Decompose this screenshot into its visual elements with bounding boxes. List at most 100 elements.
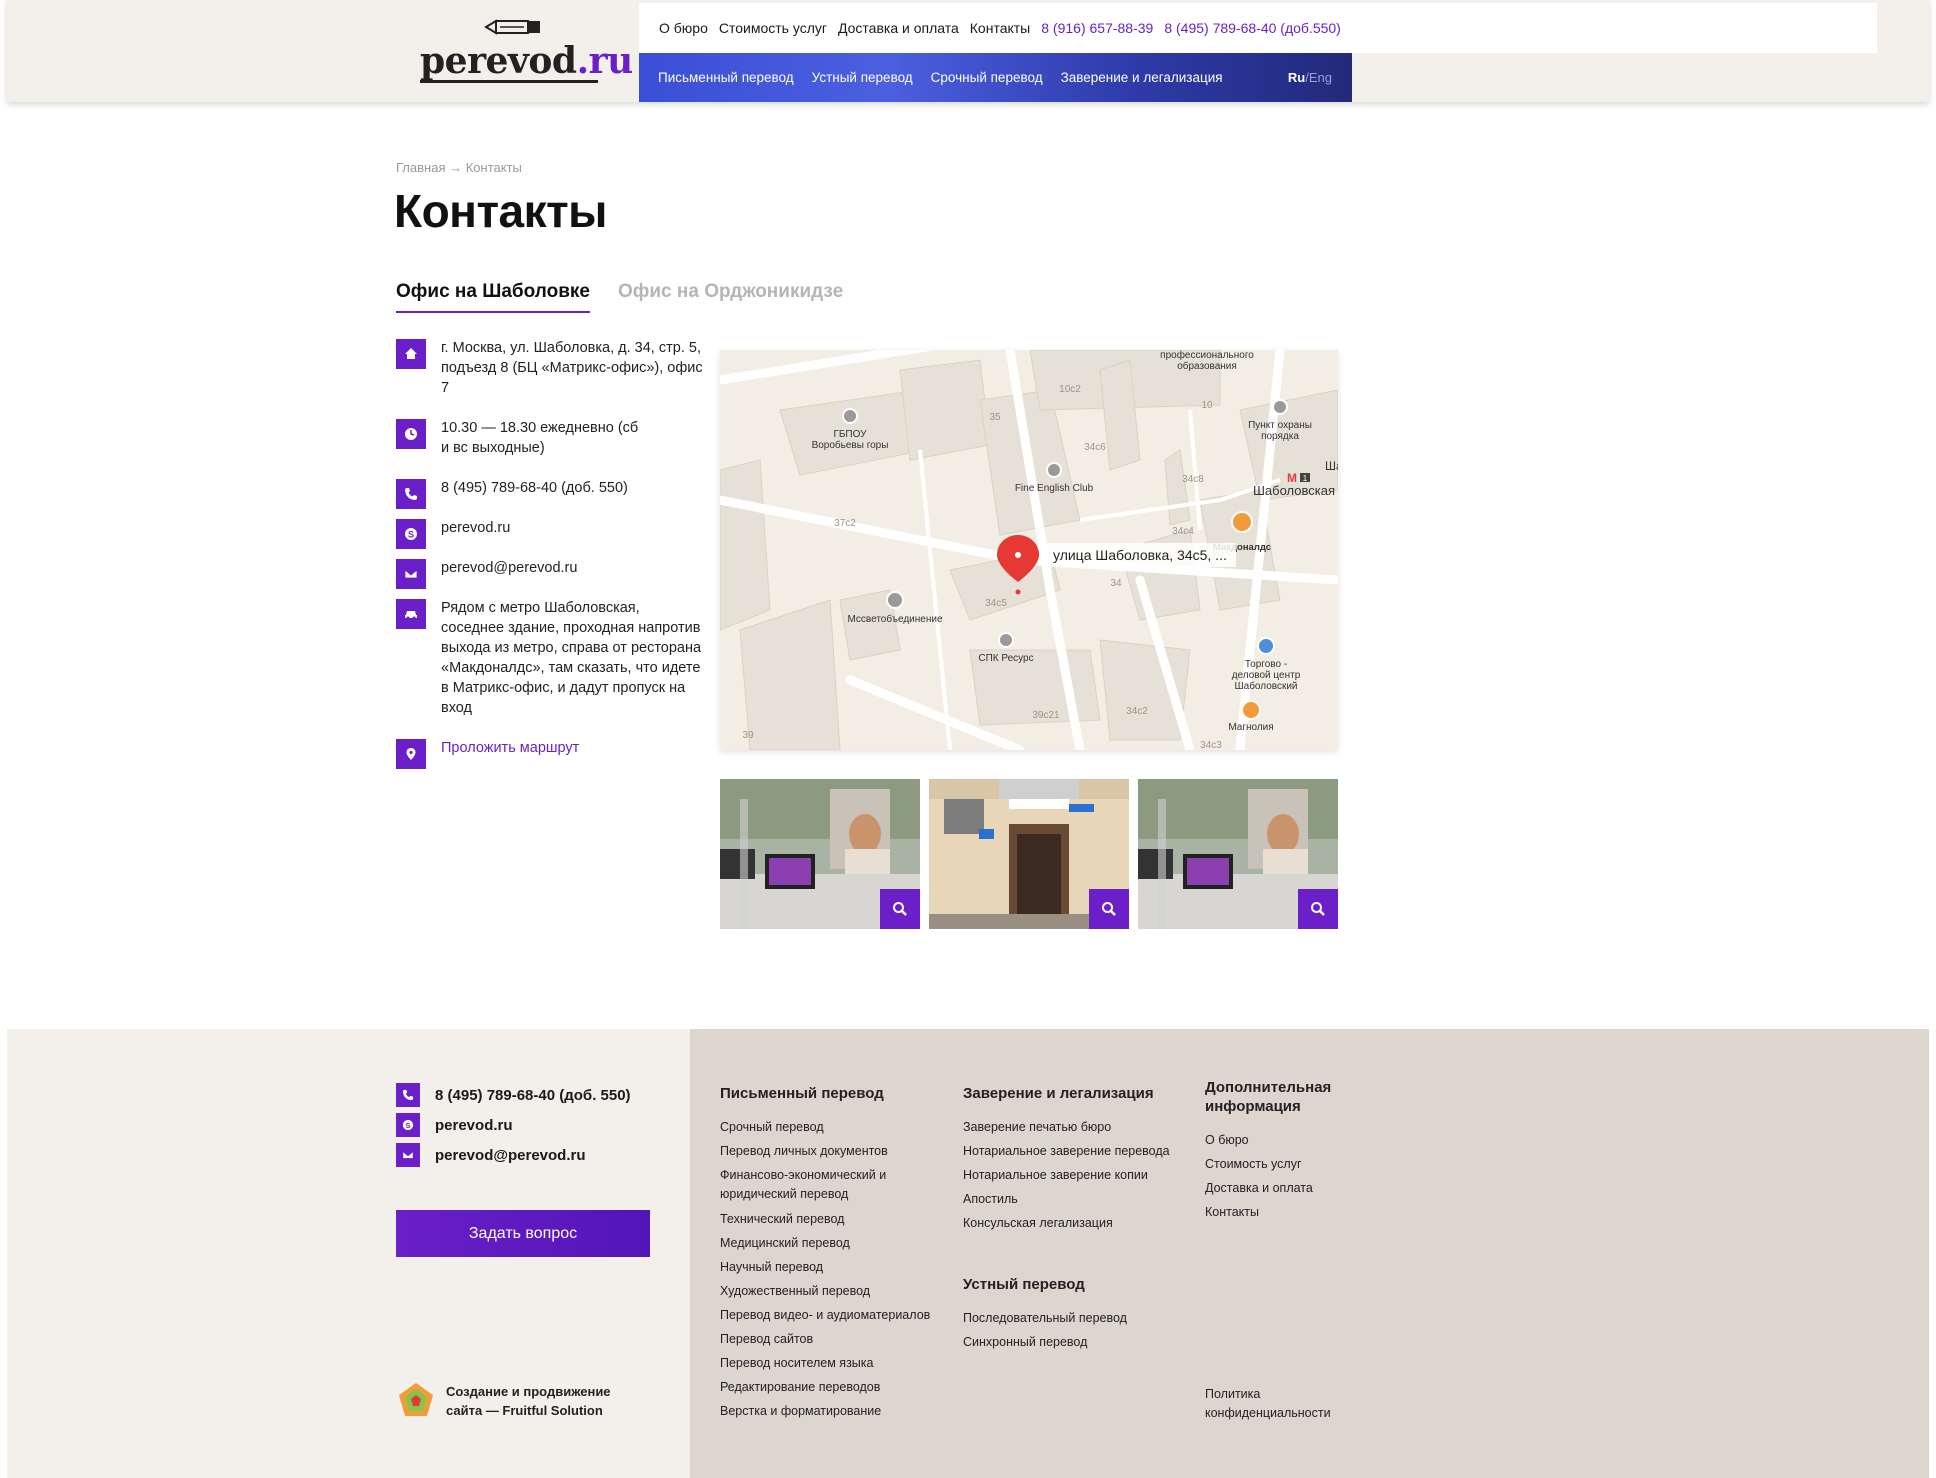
nav-about[interactable]: О бюро [659,20,708,36]
skype-text[interactable]: perevod.ru [441,518,711,549]
nav-delivery[interactable]: Доставка и оплата [838,20,959,36]
language-switch: Ru/Eng [1288,70,1332,85]
map-label-34c4: 34с4 [1172,526,1194,537]
svg-text:S: S [405,1121,410,1130]
footer-phone: 8 (495) 789-68-40 (доб. 550) [396,1080,631,1110]
footer-link[interactable]: Заверение печатью бюро [963,1115,1193,1139]
poi-spk-icon[interactable] [998,632,1014,648]
breadcrumb-current: Контакты [465,160,522,175]
footer-email-text[interactable]: perevod@perevod.ru [435,1147,586,1164]
logo-text: perevod.ru [420,40,633,82]
phone-icon [396,479,426,509]
photo-office-1[interactable] [720,779,920,929]
email-text[interactable]: perevod@perevod.ru [441,558,711,589]
site-logo[interactable]: perevod.ru [414,18,633,88]
footer-link[interactable]: Финансово-экономический и юридический пе… [720,1166,905,1204]
footer-col-oral-title[interactable]: Устный перевод [963,1275,1193,1294]
poi-gbpou-icon[interactable] [842,408,858,424]
footer-link[interactable]: О бюро [1205,1128,1355,1152]
footer-col-legalization-title[interactable]: Заверение и легализация [963,1084,1193,1103]
office-photos [720,779,1338,929]
tab-ordzhonikidze[interactable]: Офис на Орджоникидзе [618,281,843,313]
breadcrumb: Главная → Контакты [396,160,522,175]
map-label-punkt: Пункт охраны [1248,420,1312,431]
footer-link[interactable]: Перевод сайтов [720,1327,950,1351]
map-label-poryadka: порядка [1261,431,1299,442]
map-label-torg1: Торгово - [1245,659,1287,670]
header-phone-2[interactable]: 8 (495) 789-68-40 (доб.550) [1164,20,1341,36]
map-label-34c6: 34с6 [1084,442,1106,453]
lang-eng[interactable]: Eng [1309,70,1332,85]
footer-link[interactable]: Консульская легализация [963,1211,1193,1235]
footer-link[interactable]: Контакты [1205,1200,1355,1224]
route-link[interactable]: Проложить маршрут [441,738,711,769]
location-pin-icon [396,739,426,769]
footer-link[interactable]: Перевод видео- и аудиоматериалов [720,1303,950,1327]
poi-punkt-icon[interactable] [1272,399,1288,415]
zoom-icon[interactable] [1298,889,1338,929]
home-icon [396,339,426,369]
nav-urgent[interactable]: Срочный перевод [931,70,1043,85]
fruitful-logo-icon [399,1383,433,1416]
footer-link[interactable]: Срочный перевод [720,1115,950,1139]
map-label-39: 39 [742,730,754,741]
header-phone-1[interactable]: 8 (916) 657-88-39 [1041,20,1153,36]
nav-written[interactable]: Письменный перевод [658,70,794,85]
footer-link[interactable]: Стоимость услуг [1205,1152,1355,1176]
footer-skype-text[interactable]: perevod.ru [435,1117,513,1134]
nav-prices[interactable]: Стоимость услуг [719,20,827,36]
car-icon [396,599,426,629]
poi-fine-icon[interactable] [1046,462,1062,478]
map-label-34: 34 [1110,578,1122,589]
footer-link[interactable]: Художественный перевод [720,1279,950,1303]
footer-link[interactable]: Верстка и форматирование [720,1399,950,1423]
footer-link[interactable]: Перевод личных документов [720,1139,950,1163]
tab-shabolovka[interactable]: Офис на Шаболовке [396,281,590,313]
footer-link[interactable]: Перевод носителем языка [720,1351,950,1375]
map-label-37c2: 37с2 [834,518,856,529]
footer-link[interactable]: Технический перевод [720,1207,950,1231]
restaurant-icon[interactable] [1231,511,1253,533]
footer-link[interactable]: Нотариальное заверение перевода [963,1139,1193,1163]
map-label-spk: СПК Ресурс [978,653,1033,664]
map-label-torg2: деловой центр [1232,670,1301,681]
footer-link[interactable]: Апостиль [963,1187,1193,1211]
footer-link[interactable]: Медицинский перевод [720,1231,950,1255]
contact-skype: S perevod.ru [396,519,711,549]
pencil-icon [484,19,540,35]
footer-link[interactable]: Последовательный перевод [963,1306,1193,1330]
basket-icon[interactable] [1241,700,1261,720]
ask-question-button[interactable]: Задать вопрос [396,1210,650,1257]
privacy-policy-link[interactable]: Политика конфиденциальности [1205,1385,1345,1423]
contact-directions: Рядом с метро Шаболовская, соседнее здан… [396,599,706,718]
lang-ru[interactable]: Ru [1288,70,1305,85]
nav-contacts[interactable]: Контакты [970,20,1030,36]
breadcrumb-arrow-icon: → [449,160,463,175]
footer-link[interactable]: Доставка и оплата [1205,1176,1355,1200]
poi-flag-icon[interactable] [886,591,904,609]
zoom-icon[interactable] [1089,889,1129,929]
nav-legalization[interactable]: Заверение и легализация [1061,70,1223,85]
footer-col-written-title[interactable]: Письменный перевод [720,1084,950,1103]
photo-entrance[interactable] [929,779,1129,929]
directions-text: Рядом с метро Шаболовская, соседнее здан… [441,600,702,716]
footer-phone-text[interactable]: 8 (495) 789-68-40 (доб. 550) [435,1087,631,1104]
map-label-vorobyovy: Воробьевы горы [812,439,889,451]
footer-link[interactable]: Научный перевод [720,1255,950,1279]
phone-icon [396,1083,420,1107]
photo-office-2[interactable] [1138,779,1338,929]
footer-link[interactable]: Нотариальное заверение копии [963,1163,1193,1187]
zoom-icon[interactable] [880,889,920,929]
shopping-icon[interactable] [1257,637,1275,655]
map-label-torg3: Шаболовский [1234,680,1297,692]
phone-text[interactable]: 8 (495) 789-68-40 (доб. 550) [441,478,711,509]
footer-link[interactable]: Синхронный перевод [963,1330,1193,1354]
contact-route[interactable]: Проложить маршрут [396,739,711,769]
footer-link[interactable]: Редактирование переводов [720,1375,950,1399]
office-map[interactable]: 35 10с2 10 34с6 34с8 37с2 34с4 34 34с5 3… [720,350,1338,750]
map-label-10: 10 [1201,400,1213,411]
developer-credit[interactable]: Создание и продвижение сайта — Fruitful … [396,1381,611,1421]
nav-oral[interactable]: Устный перевод [812,70,913,85]
map-label-fine: Fine English Club [1015,483,1094,494]
breadcrumb-home[interactable]: Главная [396,160,445,175]
